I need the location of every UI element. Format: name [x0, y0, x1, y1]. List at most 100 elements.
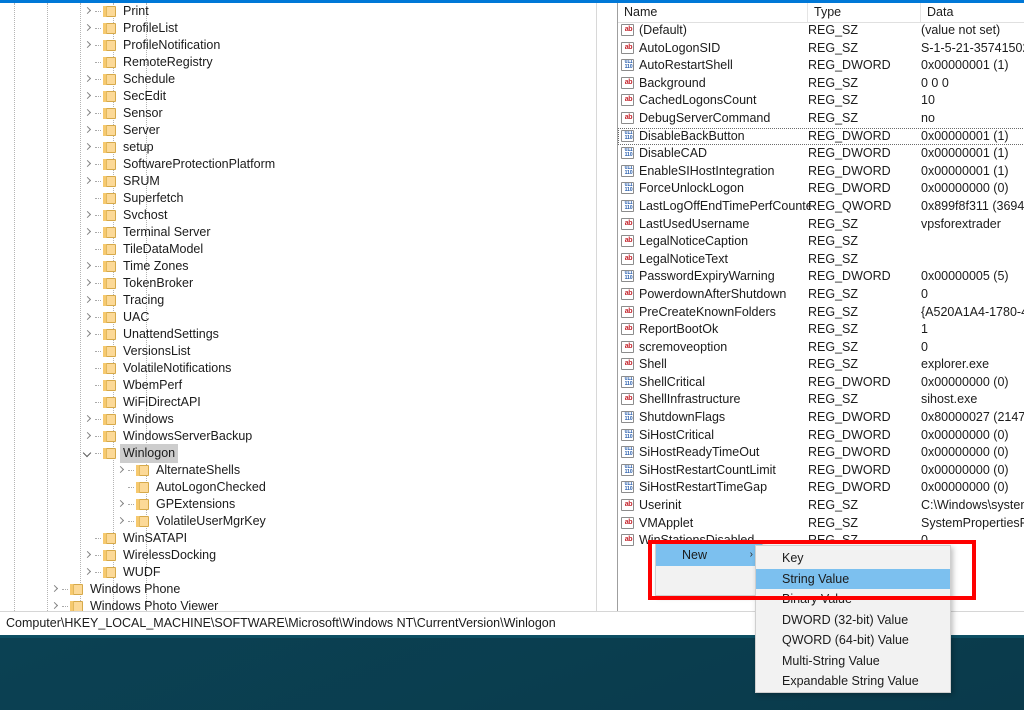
chevron-right-icon[interactable]: [115, 496, 128, 513]
value-row[interactable]: 011 110 DisableBackButton REG_DWORD 0x000000…: [618, 127, 1024, 146]
column-header-data[interactable]: Data: [921, 3, 1024, 22]
chevron-right-icon[interactable]: [82, 122, 95, 139]
registry-tree-pane[interactable]: Print ProfileList ProfileNotification Remot…: [0, 3, 597, 611]
tree-item-profilenotification[interactable]: ProfileNotification: [0, 37, 596, 54]
tree-item-profilelist[interactable]: ProfileList: [0, 20, 596, 37]
chevron-right-icon[interactable]: [82, 71, 95, 88]
tree-item-alternateshells[interactable]: AlternateShells: [0, 462, 596, 479]
submenu-item-dword-32-bit-value[interactable]: DWORD (32-bit) Value: [756, 610, 950, 631]
chevron-right-icon[interactable]: [82, 224, 95, 241]
new-submenu[interactable]: Key String Value Binary Value DWORD (32-bit…: [755, 545, 951, 693]
tree-item-wirelessdocking[interactable]: WirelessDocking: [0, 547, 596, 564]
value-row[interactable]: 011 110 DisableCAD REG_DWORD 0x00000001 (1): [618, 145, 1024, 163]
tree-item-wifidirectapi[interactable]: WiFiDirectAPI: [0, 394, 596, 411]
context-menu-item-new[interactable]: New ›: [656, 544, 762, 566]
context-menu[interactable]: New ›: [655, 543, 763, 596]
submenu-item-multi-string-value[interactable]: Multi-String Value: [756, 651, 950, 672]
tree-item-uac[interactable]: UAC: [0, 309, 596, 326]
tree-item-svchost[interactable]: Svchost: [0, 207, 596, 224]
value-row[interactable]: ab CachedLogonsCount REG_SZ 10: [618, 92, 1024, 110]
tree-item-windows[interactable]: Windows: [0, 411, 596, 428]
chevron-right-icon[interactable]: [49, 581, 62, 598]
tree-item-secedit[interactable]: SecEdit: [0, 88, 596, 105]
value-row[interactable]: 011 110 SiHostRestartTimeGap REG_DWORD 0x000…: [618, 479, 1024, 497]
tree-item-setup[interactable]: setup: [0, 139, 596, 156]
chevron-right-icon[interactable]: [82, 428, 95, 445]
chevron-down-icon[interactable]: [82, 445, 95, 462]
value-row[interactable]: 011 110 ForceUnlockLogon REG_DWORD 0x0000000…: [618, 180, 1024, 198]
chevron-right-icon[interactable]: [115, 513, 128, 530]
submenu-item-qword-64-bit-value[interactable]: QWORD (64-bit) Value: [756, 630, 950, 651]
registry-values-pane[interactable]: Name Type Data ab (Default) REG_SZ (value n…: [617, 3, 1024, 611]
tree-item-print[interactable]: Print: [0, 3, 596, 20]
submenu-item-key[interactable]: Key: [756, 548, 950, 569]
tree-item-wudf[interactable]: WUDF: [0, 564, 596, 581]
value-row[interactable]: ab ReportBootOk REG_SZ 1: [618, 321, 1024, 339]
value-row[interactable]: 011 110 AutoRestartShell REG_DWORD 0x0000000…: [618, 57, 1024, 75]
value-row[interactable]: ab AutoLogonSID REG_SZ S-1-5-21-357415029-1: [618, 40, 1024, 58]
chevron-right-icon[interactable]: [82, 20, 95, 37]
value-row[interactable]: ab Background REG_SZ 0 0 0: [618, 75, 1024, 93]
chevron-right-icon[interactable]: [82, 3, 95, 20]
tree-item-wbemperf[interactable]: WbemPerf: [0, 377, 596, 394]
chevron-right-icon[interactable]: [82, 37, 95, 54]
tree-item-volatileusermgrkey[interactable]: VolatileUserMgrKey: [0, 513, 596, 530]
chevron-right-icon[interactable]: [82, 173, 95, 190]
chevron-right-icon[interactable]: [82, 258, 95, 275]
tree-item-softwareprotectionplatform[interactable]: SoftwareProtectionPlatform: [0, 156, 596, 173]
column-header-name[interactable]: Name: [618, 3, 808, 22]
value-row[interactable]: ab scremoveoption REG_SZ 0: [618, 339, 1024, 357]
chevron-right-icon[interactable]: [82, 564, 95, 581]
tree-item-terminal-server[interactable]: Terminal Server: [0, 224, 596, 241]
chevron-right-icon[interactable]: [82, 275, 95, 292]
tree-item-unattendsettings[interactable]: UnattendSettings: [0, 326, 596, 343]
tree-item-gpextensions[interactable]: GPExtensions: [0, 496, 596, 513]
chevron-right-icon[interactable]: [82, 105, 95, 122]
tree-item-superfetch[interactable]: Superfetch: [0, 190, 596, 207]
submenu-item-binary-value[interactable]: Binary Value: [756, 589, 950, 610]
tree-item-srum[interactable]: SRUM: [0, 173, 596, 190]
tree-item-winsatapi[interactable]: WinSATAPI: [0, 530, 596, 547]
value-row[interactable]: ab (Default) REG_SZ (value not set): [618, 22, 1024, 40]
chevron-right-icon[interactable]: [82, 292, 95, 309]
value-row[interactable]: ab VMApplet REG_SZ SystemPropertiesPerfo: [618, 515, 1024, 533]
tree-item-windowsserverbackup[interactable]: WindowsServerBackup: [0, 428, 596, 445]
tree-item-windows-photo-viewer[interactable]: Windows Photo Viewer: [0, 598, 596, 611]
value-row[interactable]: 011 110 LastLogOffEndTimePerfCounter REG_QW…: [618, 198, 1024, 216]
tree-item-autologonchecked[interactable]: AutoLogonChecked: [0, 479, 596, 496]
value-row[interactable]: ab LastUsedUsername REG_SZ vpsforextrader: [618, 216, 1024, 234]
chevron-right-icon[interactable]: [82, 156, 95, 173]
value-row[interactable]: ab PreCreateKnownFolders REG_SZ {A520A1A4-1…: [618, 304, 1024, 322]
value-row[interactable]: 011 110 SiHostRestartCountLimit REG_DWORD 0x…: [618, 462, 1024, 480]
chevron-right-icon[interactable]: [115, 462, 128, 479]
tree-item-tiledatamodel[interactable]: TileDataModel: [0, 241, 596, 258]
tree-item-remoteregistry[interactable]: RemoteRegistry: [0, 54, 596, 71]
value-row[interactable]: 011 110 ShutdownFlags REG_DWORD 0x80000027 (…: [618, 409, 1024, 427]
chevron-right-icon[interactable]: [82, 411, 95, 428]
value-row[interactable]: ab LegalNoticeCaption REG_SZ: [618, 233, 1024, 251]
value-row[interactable]: ab LegalNoticeText REG_SZ: [618, 251, 1024, 269]
value-row[interactable]: ab DebugServerCommand REG_SZ no: [618, 110, 1024, 128]
tree-item-windows-phone[interactable]: Windows Phone: [0, 581, 596, 598]
value-row[interactable]: ab Shell REG_SZ explorer.exe: [618, 356, 1024, 374]
submenu-item-string-value[interactable]: String Value: [756, 568, 950, 589]
chevron-right-icon[interactable]: [82, 88, 95, 105]
chevron-right-icon[interactable]: [82, 207, 95, 224]
chevron-right-icon[interactable]: [82, 547, 95, 564]
value-row[interactable]: 011 110 PasswordExpiryWarning REG_DWORD 0x00…: [618, 268, 1024, 286]
value-row[interactable]: ab Userinit REG_SZ C:\Windows\system3.: [618, 497, 1024, 515]
chevron-right-icon[interactable]: [82, 139, 95, 156]
column-header-type[interactable]: Type: [808, 3, 921, 22]
chevron-right-icon[interactable]: [82, 326, 95, 343]
tree-item-winlogon[interactable]: Winlogon: [0, 444, 596, 463]
tree-item-server[interactable]: Server: [0, 122, 596, 139]
chevron-right-icon[interactable]: [82, 309, 95, 326]
value-row[interactable]: ab ShellInfrastructure REG_SZ sihost.exe: [618, 391, 1024, 409]
tree-item-schedule[interactable]: Schedule: [0, 71, 596, 88]
tree-item-versionslist[interactable]: VersionsList: [0, 343, 596, 360]
tree-item-time-zones[interactable]: Time Zones: [0, 258, 596, 275]
value-row[interactable]: ab PowerdownAfterShutdown REG_SZ 0: [618, 286, 1024, 304]
value-row[interactable]: 011 110 EnableSIHostIntegration REG_DWORD 0x…: [618, 163, 1024, 181]
tree-item-sensor[interactable]: Sensor: [0, 105, 596, 122]
tree-item-volatilenotifications[interactable]: VolatileNotifications: [0, 360, 596, 377]
